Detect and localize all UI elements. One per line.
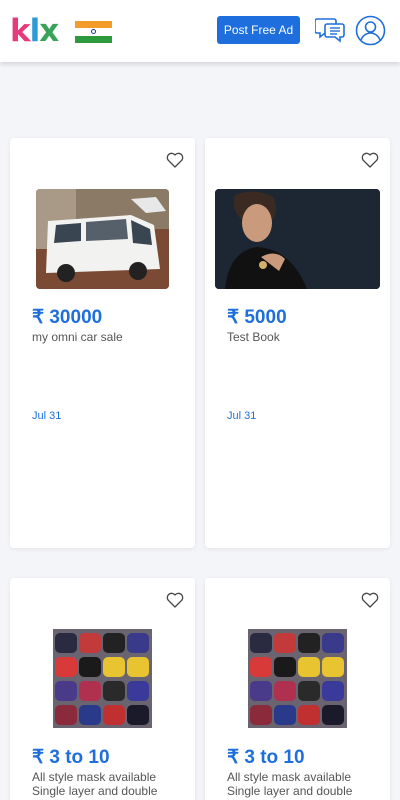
heart-icon[interactable]	[166, 152, 184, 168]
listing-card[interactable]: ₹ 3 to 10 All style mask available Singl…	[10, 578, 195, 800]
chat-icon[interactable]	[315, 16, 345, 44]
user-profile-icon[interactable]	[355, 15, 386, 46]
heart-icon[interactable]	[361, 592, 379, 608]
listing-image-book[interactable]	[215, 189, 380, 289]
listing-date: Jul 31	[227, 410, 257, 422]
listing-title: All style mask available Single layer an…	[227, 770, 353, 798]
klx-logo[interactable]: klx	[10, 13, 59, 49]
listing-card[interactable]: ₹ 3 to 10 All style mask available Singl…	[205, 578, 390, 800]
logo-letter-k: k	[10, 13, 31, 49]
listing-title: Test Book	[227, 330, 280, 344]
top-header: klx Post Free Ad	[0, 0, 400, 62]
listing-price: ₹ 3 to 10	[227, 747, 305, 768]
heart-icon[interactable]	[166, 592, 184, 608]
post-free-ad-button[interactable]: Post Free Ad	[217, 16, 300, 44]
listing-image-omni-car[interactable]	[36, 189, 169, 289]
listing-image-masks[interactable]	[53, 629, 152, 728]
heart-icon[interactable]	[361, 152, 379, 168]
listing-price: ₹ 3 to 10	[32, 747, 110, 768]
listing-card[interactable]: ₹ 5000 Test Book Jul 31	[205, 138, 390, 548]
logo-letter-l: l	[29, 13, 41, 49]
listing-card[interactable]: ₹ 30000 my omni car sale Jul 31	[10, 138, 195, 548]
listing-date: Jul 31	[32, 410, 62, 422]
listing-image-masks[interactable]	[248, 629, 347, 728]
listing-price: ₹ 5000	[227, 307, 287, 328]
india-flag-icon[interactable]	[75, 21, 112, 43]
logo-letter-x: x	[39, 13, 59, 49]
listing-title: my omni car sale	[32, 330, 123, 344]
listing-title: All style mask available Single layer an…	[32, 770, 158, 798]
listing-price: ₹ 30000	[32, 307, 103, 328]
